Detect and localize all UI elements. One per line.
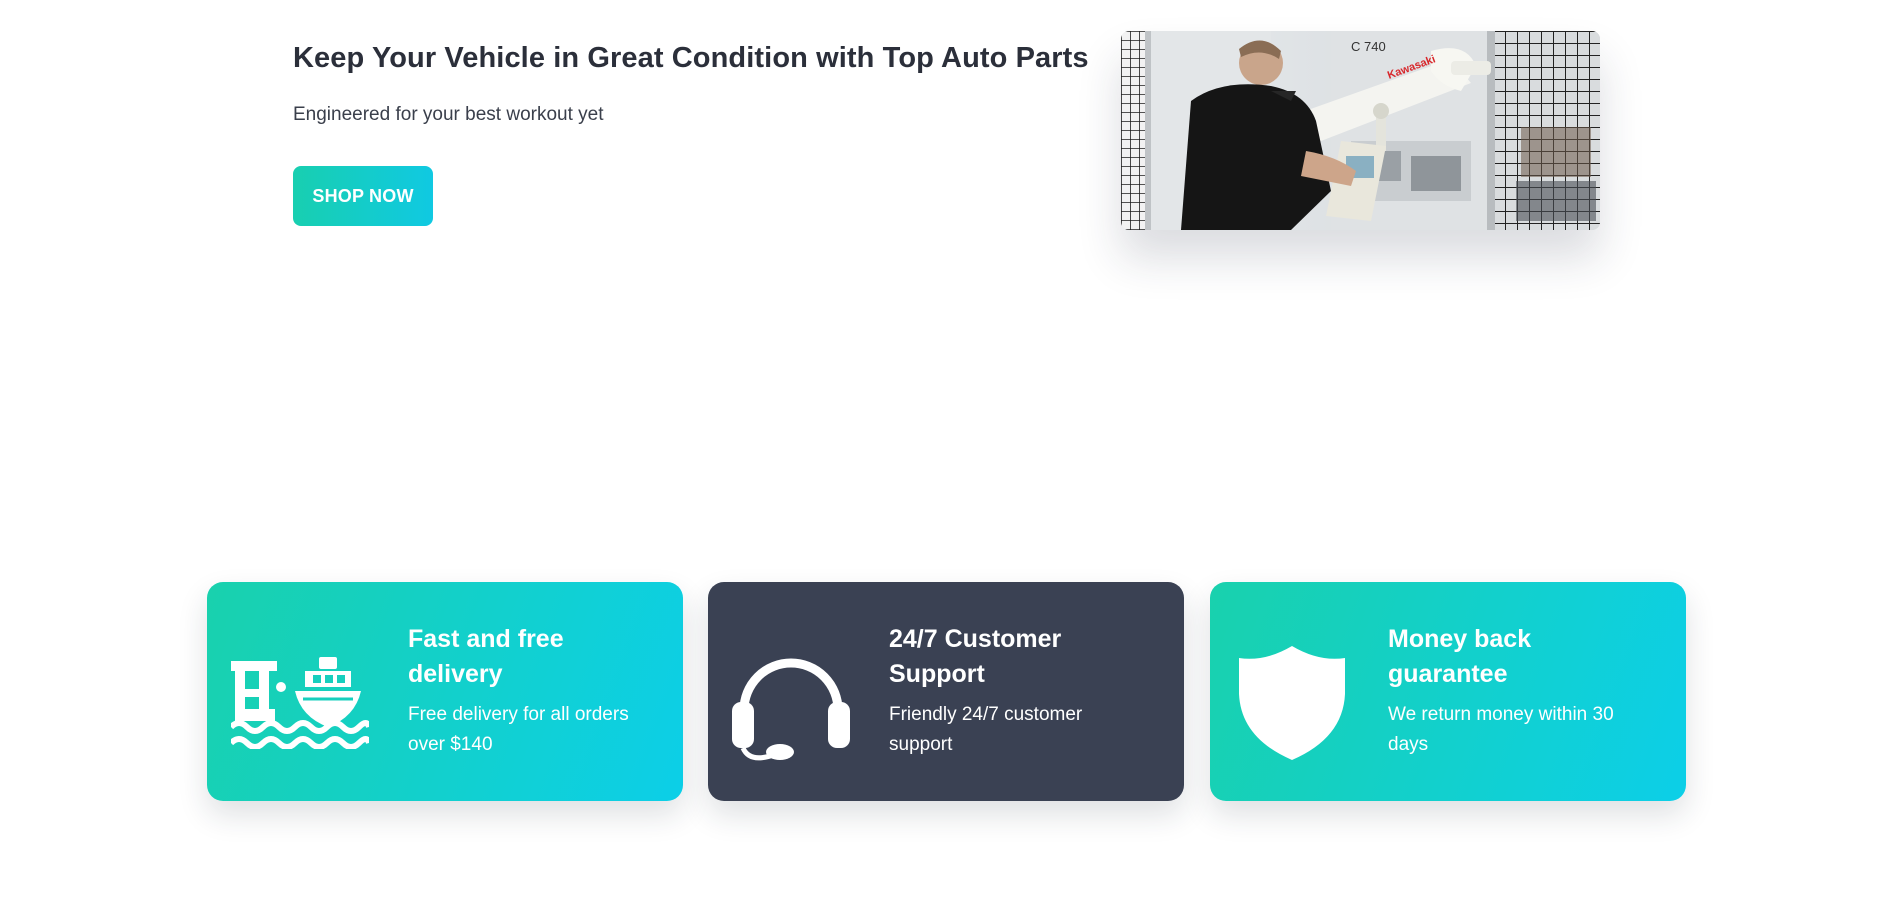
feature-card-guarantee: Money back guarantee We return money wit… xyxy=(1210,582,1686,801)
feature-title: Money back guarantee xyxy=(1388,625,1532,688)
image-model-label: C 740 xyxy=(1351,39,1386,54)
hero-title: Keep Your Vehicle in Great Condition wit… xyxy=(293,42,1089,74)
feature-description: Friendly 24/7 customer support xyxy=(889,704,1083,755)
feature-description: Free delivery for all orders over $140 xyxy=(408,704,629,755)
hero-image: C 740 Kawasaki xyxy=(1121,31,1600,230)
page: Keep Your Vehicle in Great Condition wit… xyxy=(0,0,1897,897)
feature-title: Fast and free delivery xyxy=(408,625,564,688)
feature-text-delivery: Fast and free delivery Free delivery for… xyxy=(408,622,658,760)
feature-card-support: 24/7 Customer Support Friendly 24/7 cust… xyxy=(708,582,1184,801)
feature-description: We return money within 30 days xyxy=(1388,704,1614,755)
ship-delivery-icon xyxy=(228,657,372,754)
feature-title: 24/7 Customer Support xyxy=(889,625,1062,688)
feature-text-support: 24/7 Customer Support Friendly 24/7 cust… xyxy=(889,622,1139,760)
shop-now-button[interactable]: SHOP NOW xyxy=(293,166,433,226)
headset-icon xyxy=(732,652,850,767)
hero-text-block: Keep Your Vehicle in Great Condition wit… xyxy=(293,36,1113,128)
hero-subtitle: Engineered for your best workout yet xyxy=(293,104,604,125)
shield-icon xyxy=(1239,646,1345,765)
feature-card-delivery: Fast and free delivery Free delivery for… xyxy=(207,582,683,801)
feature-text-guarantee: Money back guarantee We return money wit… xyxy=(1388,622,1638,760)
